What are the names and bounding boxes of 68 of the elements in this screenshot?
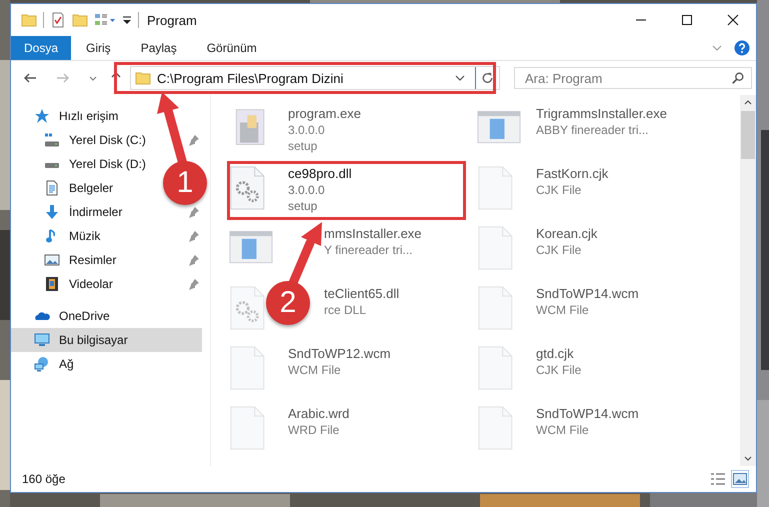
search-field[interactable]: Ara: Program — [514, 67, 752, 89]
file-detail: setup — [288, 138, 318, 154]
file-detail: CJK File — [536, 242, 582, 258]
star-icon — [34, 108, 50, 124]
item-count: 160 öğe — [22, 472, 66, 486]
file-menu-tab[interactable]: Dosya — [11, 36, 72, 60]
search-input[interactable]: Ara: Program — [523, 70, 731, 86]
sidebar-item[interactable]: Ağ — [11, 352, 202, 376]
file-detail: CJK File — [536, 362, 582, 378]
file-name[interactable]: ce98pro.dll — [288, 165, 352, 182]
sidebar-item[interactable]: Resimler — [44, 248, 116, 272]
file-detail: CJK File — [536, 182, 582, 198]
details-view-icon[interactable] — [710, 471, 726, 487]
address-path: C:\Program Files\Program Dizini — [157, 70, 344, 86]
file-detail: setup — [288, 198, 318, 214]
sidebar-item[interactable]: Hızlı erişim — [11, 104, 202, 128]
network-icon — [34, 356, 50, 372]
address-bar[interactable]: C:\Program Files\Program Dizini — [130, 66, 500, 90]
file-name[interactable]: Arabic.wrd — [288, 405, 350, 422]
file-detail: ABBY finereader tri... — [536, 122, 650, 138]
help-icon[interactable] — [734, 40, 750, 56]
expand-ribbon-icon[interactable] — [712, 43, 722, 53]
file-detail: WRD File — [288, 422, 340, 438]
properties-icon[interactable] — [50, 12, 66, 28]
window-title: Program — [147, 12, 197, 28]
file-detail: 3.0.0.0 — [288, 122, 326, 138]
file-name[interactable]: SndToWP12.wcm — [288, 345, 391, 362]
dropdown-icon[interactable] — [455, 73, 465, 83]
scrollbar[interactable] — [740, 95, 756, 466]
file-name[interactable]: SndToWP14.wcm — [536, 285, 639, 302]
ribbon-tab[interactable]: Paylaş — [126, 36, 192, 60]
file-name[interactable]: teClient65.dll — [324, 285, 400, 302]
sidebar-item[interactable]: İndirmeler — [44, 200, 122, 224]
customize-dropdown-icon[interactable] — [122, 15, 132, 25]
sidebar-item[interactable]: Videolar — [44, 272, 113, 296]
large-icons-view-icon[interactable] — [732, 471, 748, 487]
ribbon-tab[interactable]: Görünüm — [192, 36, 272, 60]
file-name[interactable]: program.exe — [288, 105, 361, 122]
file-name[interactable]: gtd.cjk — [536, 345, 582, 362]
file-detail: WCM File — [536, 422, 590, 438]
file-name[interactable]: SndToWP14.wcm — [536, 405, 639, 422]
file-detail: Y finereader tri... — [324, 242, 414, 258]
file-name[interactable]: Korean.cjk — [536, 225, 598, 242]
sidebar-item[interactable]: Müzik — [44, 224, 100, 248]
file-name[interactable]: TrigrammsInstaller.exe — [536, 105, 667, 122]
drive-icon — [44, 132, 60, 148]
landscape-image-icon — [44, 252, 60, 268]
sidebar-item[interactable]: Yerel Disk (D:) — [44, 152, 146, 176]
file-name[interactable]: FastKorn.cjk — [536, 165, 608, 182]
drive-icon — [44, 162, 60, 168]
search-icon[interactable] — [731, 71, 745, 85]
file-name[interactable]: mmsInstaller.exe — [324, 225, 422, 242]
file-detail: rce DLL — [324, 302, 368, 318]
ribbon-tab[interactable]: Giriş — [71, 36, 126, 60]
computer-icon — [34, 332, 50, 348]
sidebar-item[interactable]: Yerel Disk (C:) — [44, 128, 146, 152]
document-icon — [44, 180, 60, 196]
down-arrow-icon — [44, 204, 60, 220]
sidebar-item[interactable]: Bu bilgisayar — [11, 328, 202, 352]
folder-icon — [135, 70, 151, 86]
sidebar-item[interactable]: Belgeler — [44, 176, 114, 200]
film-strip-icon — [44, 276, 60, 292]
view-dropdown-icon[interactable] — [94, 12, 116, 28]
scrollbar-thumb[interactable] — [741, 111, 755, 159]
sidebar-item[interactable]: OneDrive — [11, 304, 202, 328]
file-detail: WCM File — [536, 302, 590, 318]
file-detail: 3.0.0.0 — [288, 182, 326, 198]
file-detail: WCM File — [288, 362, 342, 378]
